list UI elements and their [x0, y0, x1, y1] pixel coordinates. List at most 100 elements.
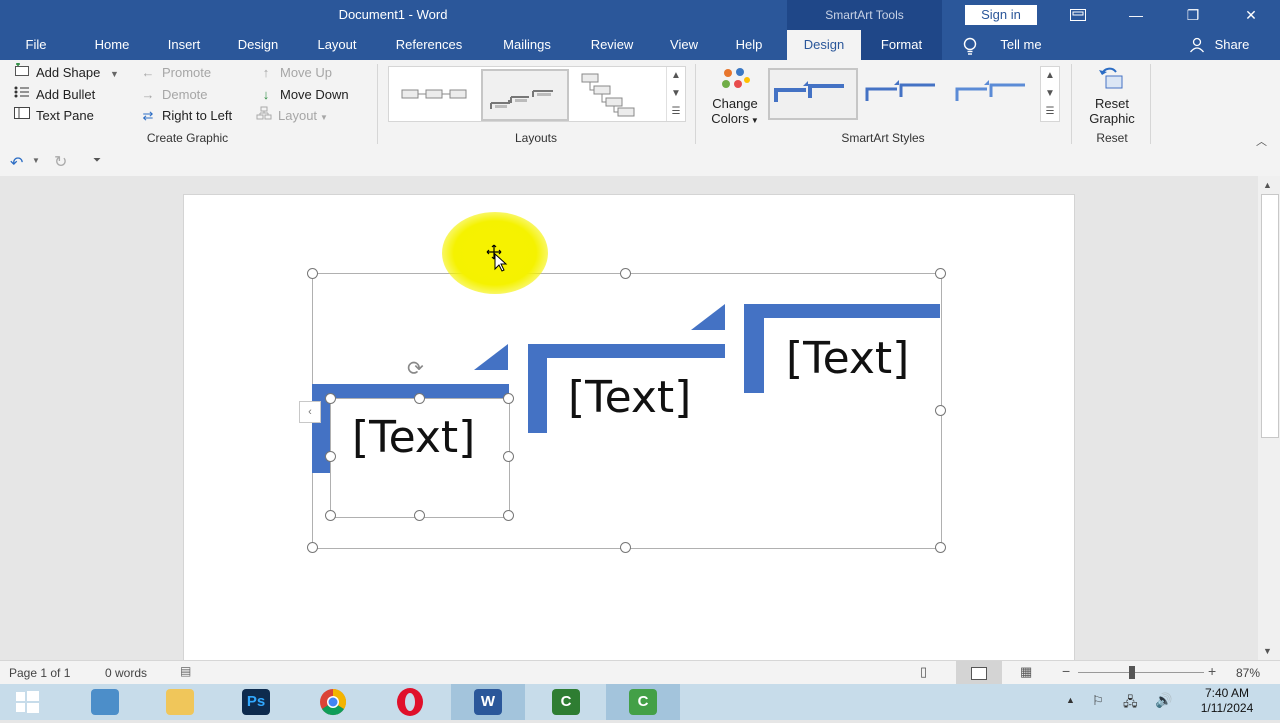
style-option-white-outline[interactable]: [860, 68, 948, 118]
page-count[interactable]: Page 1 of 1: [9, 666, 70, 680]
tab-mailings[interactable]: Mailings: [492, 30, 562, 60]
demote-button[interactable]: → Demote: [140, 85, 208, 105]
layout-dropdown-button[interactable]: Layout ▼: [256, 106, 328, 126]
shape-resize-handle[interactable]: [325, 393, 336, 404]
gallery-down-icon[interactable]: ▼: [667, 85, 685, 103]
show-hidden-icons-icon[interactable]: ▲: [1066, 695, 1075, 705]
layout-option-step-up-process[interactable]: [481, 69, 569, 121]
zoom-out-icon[interactable]: −: [1062, 663, 1070, 679]
tab-help[interactable]: Help: [728, 30, 770, 60]
step-2-text[interactable]: [Text]: [568, 372, 691, 423]
chevron-down-icon[interactable]: ▼: [110, 69, 119, 79]
style-option-simple-fill[interactable]: [768, 68, 858, 120]
shape-resize-handle[interactable]: [503, 510, 514, 521]
network-icon[interactable]: 🖧: [1123, 693, 1138, 715]
tab-view[interactable]: View: [662, 30, 706, 60]
move-up-button[interactable]: ↑ Move Up: [258, 63, 332, 83]
file-manager-icon[interactable]: [68, 684, 142, 720]
web-layout-icon[interactable]: ▦: [1020, 664, 1032, 680]
shape-resize-handle[interactable]: [503, 451, 514, 462]
tab-insert[interactable]: Insert: [160, 30, 208, 60]
zoom-slider-thumb[interactable]: [1129, 666, 1135, 679]
minimize-icon[interactable]: —: [1113, 0, 1159, 30]
chrome-icon[interactable]: [296, 684, 370, 720]
style-option-subtle-effect[interactable]: [950, 68, 1038, 118]
tab-layout[interactable]: Layout: [309, 30, 365, 60]
clock[interactable]: 7:40 AM 1/11/2024: [1186, 686, 1268, 716]
resize-handle[interactable]: [935, 268, 946, 279]
add-shape-button[interactable]: Add Shape ▼: [14, 62, 119, 83]
volume-icon[interactable]: 🔊: [1155, 692, 1172, 709]
text-pane-expand-icon[interactable]: ‹: [299, 401, 321, 423]
gallery-up-icon[interactable]: ▲: [1041, 67, 1059, 85]
print-layout-icon[interactable]: [956, 661, 1002, 685]
undo-dropdown-icon[interactable]: ▼: [32, 156, 40, 165]
tab-references[interactable]: References: [388, 30, 470, 60]
share-button[interactable]: Share: [1210, 30, 1254, 60]
zoom-level[interactable]: 87%: [1236, 666, 1260, 680]
tell-me-search[interactable]: Tell me: [990, 30, 1052, 60]
restore-icon[interactable]: ❐: [1170, 0, 1216, 30]
scroll-up-icon[interactable]: ▲: [1263, 180, 1272, 190]
resize-handle[interactable]: [935, 405, 946, 416]
step-1-text[interactable]: [Text]: [352, 412, 475, 463]
layout-option-basic-process[interactable]: [391, 69, 477, 119]
file-explorer-icon[interactable]: [143, 684, 217, 720]
vertical-scrollbar[interactable]: ▲ ▼: [1258, 176, 1280, 660]
step-3-text[interactable]: [Text]: [786, 333, 909, 384]
resize-handle[interactable]: [307, 268, 318, 279]
reset-graphic-button[interactable]: Reset Graphic: [1080, 66, 1144, 130]
gallery-more-icon[interactable]: ☰: [667, 103, 685, 121]
redo-icon[interactable]: ↻: [54, 152, 67, 172]
shape-resize-handle[interactable]: [325, 451, 336, 462]
opera-icon[interactable]: [373, 684, 447, 720]
gallery-up-icon[interactable]: ▲: [667, 67, 685, 85]
word-count[interactable]: 0 words: [105, 666, 147, 680]
tab-design[interactable]: Design: [230, 30, 286, 60]
resize-handle[interactable]: [620, 268, 631, 279]
word-icon[interactable]: W: [451, 684, 525, 720]
add-bullet-button[interactable]: Add Bullet: [14, 85, 95, 105]
org-layout-icon: [256, 106, 272, 126]
rotate-handle-icon[interactable]: ⟳: [407, 356, 424, 381]
close-icon[interactable]: ✕: [1228, 0, 1274, 30]
lightbulb-icon: [962, 37, 978, 55]
resize-handle[interactable]: [307, 542, 318, 553]
layout-option-hierarchy-list[interactable]: [571, 69, 657, 119]
camtasia-icon[interactable]: C: [529, 684, 603, 720]
start-icon[interactable]: [0, 684, 74, 720]
change-colors-button[interactable]: Change Colors ▼: [704, 66, 766, 130]
camtasia-recorder-icon[interactable]: C: [606, 684, 680, 720]
sign-in-button[interactable]: Sign in: [965, 5, 1037, 25]
tab-file[interactable]: File: [14, 30, 58, 60]
resize-handle[interactable]: [935, 542, 946, 553]
customize-qat-icon[interactable]: ⏷: [93, 155, 101, 166]
tab-home[interactable]: Home: [84, 30, 140, 60]
gallery-more-icon[interactable]: ☰: [1041, 103, 1059, 121]
shape-resize-handle[interactable]: [503, 393, 514, 404]
tab-smartart-format[interactable]: Format: [861, 30, 942, 60]
collapse-ribbon-icon[interactable]: ︿: [1256, 133, 1267, 149]
create-graphic-group-label: Create Graphic: [146, 131, 229, 145]
scrollbar-thumb[interactable]: [1261, 194, 1279, 438]
shape-resize-handle[interactable]: [325, 510, 336, 521]
proofing-icon[interactable]: ▤: [180, 664, 191, 678]
tab-smartart-design[interactable]: Design: [787, 30, 861, 60]
right-to-left-button[interactable]: ⇄ Right to Left: [140, 106, 233, 126]
promote-button[interactable]: ← Promote: [140, 63, 212, 83]
resize-handle[interactable]: [620, 542, 631, 553]
gallery-down-icon[interactable]: ▼: [1041, 85, 1059, 103]
scroll-down-icon[interactable]: ▼: [1263, 646, 1272, 656]
zoom-in-icon[interactable]: +: [1208, 663, 1216, 679]
move-down-button[interactable]: ↓ Move Down: [258, 85, 349, 105]
undo-icon[interactable]: ↶: [10, 153, 23, 173]
shape-resize-handle[interactable]: [414, 510, 425, 521]
text-pane-button[interactable]: Text Pane: [14, 106, 94, 126]
shape-resize-handle[interactable]: [414, 393, 425, 404]
tab-review[interactable]: Review: [584, 30, 640, 60]
security-icon[interactable]: ⚐: [1092, 693, 1104, 709]
ribbon-display-options-icon[interactable]: [1055, 0, 1101, 30]
zoom-slider[interactable]: [1078, 672, 1204, 673]
read-mode-icon[interactable]: ▯: [920, 664, 927, 680]
photoshop-icon[interactable]: Ps: [219, 684, 293, 720]
